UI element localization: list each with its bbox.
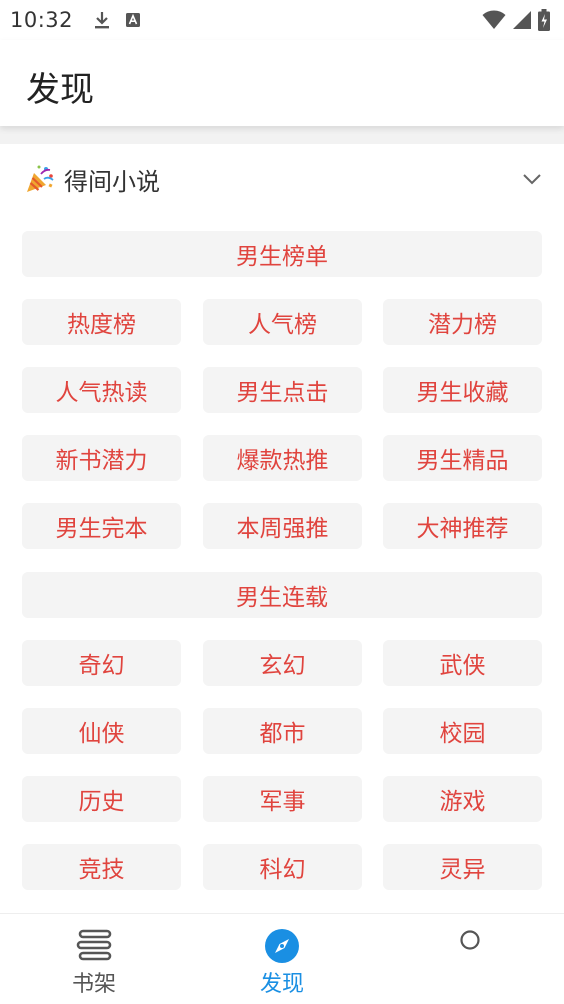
bookshelf-icon xyxy=(75,928,113,962)
category-button[interactable]: 新书潜力 xyxy=(22,435,181,481)
app-header: 发现 xyxy=(0,40,564,126)
category-button[interactable]: 历史 xyxy=(22,776,181,822)
nav-label-discover: 发现 xyxy=(259,972,304,997)
page-title: 发现 xyxy=(26,70,94,110)
bottom-nav: 书架 发现 xyxy=(0,913,564,1004)
category-button[interactable]: 校园 xyxy=(383,708,542,754)
category-button[interactable]: 人气榜 xyxy=(203,299,362,345)
category-button[interactable]: 仙侠 xyxy=(22,708,181,754)
status-notification-icons xyxy=(93,10,141,30)
category-button[interactable]: 科幻 xyxy=(203,844,362,890)
wifi-icon xyxy=(482,10,506,30)
section-title-male-serial[interactable]: 男生连载 xyxy=(22,572,542,618)
category-button[interactable]: 人气热读 xyxy=(22,367,181,413)
category-button[interactable]: 男生精品 xyxy=(383,435,542,481)
category-button[interactable]: 潜力榜 xyxy=(383,299,542,345)
separator-band xyxy=(0,126,564,144)
section-title-male-ranking[interactable]: 男生榜单 xyxy=(22,231,542,277)
nav-item-profile[interactable] xyxy=(376,914,564,1004)
category-button[interactable]: 游戏 xyxy=(383,776,542,822)
nav-item-bookshelf[interactable]: 书架 xyxy=(0,914,188,1004)
status-system-icons xyxy=(482,9,550,31)
source-name: 得间小说 xyxy=(64,167,160,196)
source-header[interactable]: 得间小说 xyxy=(0,144,564,214)
nav-item-discover[interactable]: 发现 xyxy=(188,914,376,1004)
status-time: 10:32 xyxy=(10,8,74,32)
circle-icon xyxy=(458,928,482,952)
party-popper-icon xyxy=(24,163,56,195)
category-button[interactable]: 玄幻 xyxy=(203,640,362,686)
discover-content[interactable]: 得间小说 男生榜单 热度榜 人气榜 潜力榜 人气热读 男生点击 男生收藏 新书潜… xyxy=(0,126,564,913)
status-bar: 10:32 xyxy=(0,0,564,40)
category-button[interactable]: 军事 xyxy=(203,776,362,822)
category-button[interactable]: 竞技 xyxy=(22,844,181,890)
compass-icon xyxy=(264,928,300,964)
notification-a-icon xyxy=(125,12,141,28)
category-button[interactable]: 灵异 xyxy=(383,844,542,890)
download-icon xyxy=(93,10,111,30)
battery-charging-icon xyxy=(538,9,550,31)
category-button[interactable]: 男生收藏 xyxy=(383,367,542,413)
signal-icon xyxy=(512,10,532,30)
chevron-down-icon[interactable] xyxy=(522,173,542,185)
category-button[interactable]: 本周强推 xyxy=(203,503,362,549)
category-button[interactable]: 热度榜 xyxy=(22,299,181,345)
category-button[interactable]: 都市 xyxy=(203,708,362,754)
nav-label-bookshelf: 书架 xyxy=(71,972,116,997)
category-button[interactable]: 男生完本 xyxy=(22,503,181,549)
category-button[interactable]: 奇幻 xyxy=(22,640,181,686)
category-button[interactable]: 大神推荐 xyxy=(383,503,542,549)
category-button[interactable]: 男生点击 xyxy=(203,367,362,413)
category-button[interactable]: 爆款热推 xyxy=(203,435,362,481)
category-button[interactable]: 武侠 xyxy=(383,640,542,686)
